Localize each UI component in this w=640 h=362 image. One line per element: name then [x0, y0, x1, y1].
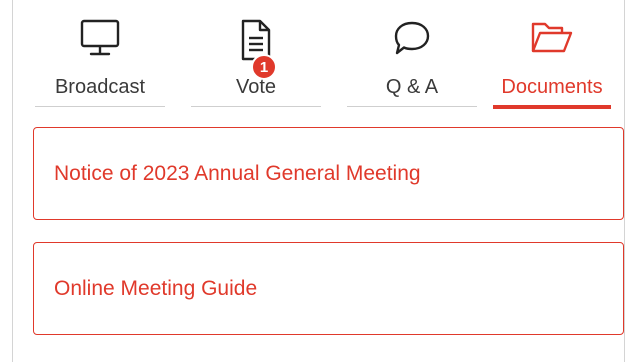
tab-label: Q & A [385, 76, 439, 98]
document-item[interactable]: Notice of 2023 Annual General Meeting [33, 127, 624, 220]
tab-vote[interactable]: 1 Vote [191, 14, 321, 114]
tab-label: Vote [235, 76, 277, 98]
tab-underline-active [493, 105, 611, 109]
folder-open-icon [529, 18, 575, 63]
tab-underline [35, 106, 165, 107]
tab-label: Documents [501, 76, 603, 98]
tab-underline [347, 106, 477, 107]
tab-documents[interactable]: Documents [493, 14, 611, 114]
tab-qa[interactable]: Q & A [347, 14, 477, 114]
tab-broadcast[interactable]: Broadcast [35, 14, 165, 114]
tab-underline [191, 106, 321, 107]
document-title: Notice of 2023 Annual General Meeting [54, 161, 421, 185]
monitor-icon [79, 18, 121, 63]
tab-bar: Broadcast 1 Vote Q & A Documents [13, 14, 624, 114]
speech-bubble-icon [391, 18, 433, 65]
document-item[interactable]: Online Meeting Guide [33, 242, 624, 335]
app-frame: Broadcast 1 Vote Q & A Documents Notice … [12, 0, 625, 362]
document-title: Online Meeting Guide [54, 276, 258, 300]
tab-label: Broadcast [54, 76, 146, 98]
